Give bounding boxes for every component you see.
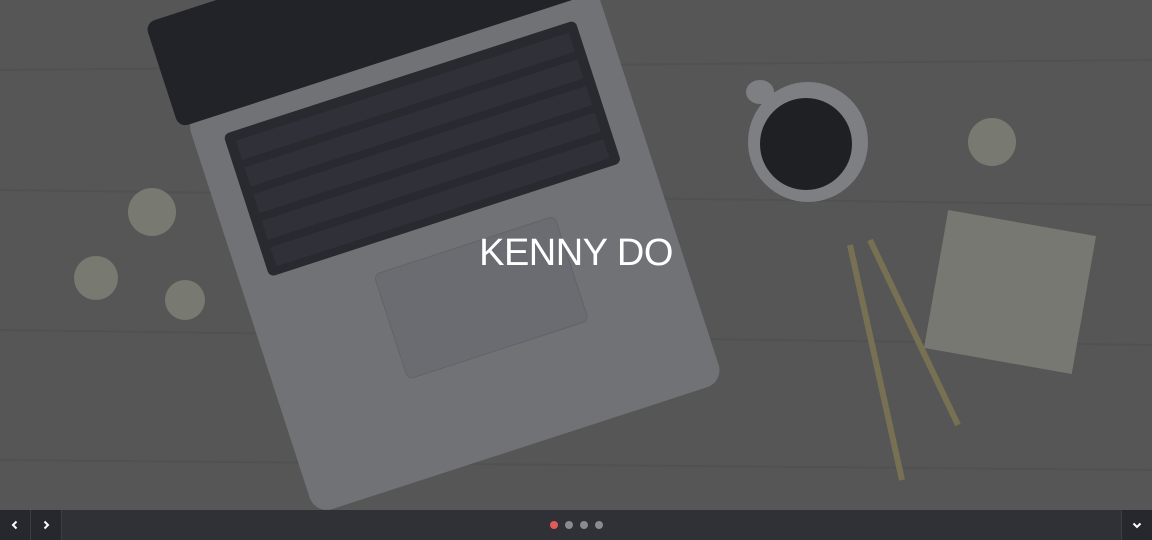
scroll-down-button[interactable] <box>1121 510 1152 540</box>
next-slide-button[interactable] <box>31 510 62 540</box>
slide-dot-2[interactable] <box>564 521 573 529</box>
slider-control-bar <box>0 510 1152 540</box>
hero-background: KENNY DO <box>0 0 1152 510</box>
chevron-right-icon <box>43 520 50 530</box>
chevron-left-icon <box>11 520 18 530</box>
slide-pagination <box>0 510 1152 540</box>
slide-dot-1[interactable] <box>549 521 558 529</box>
slide-dot-3[interactable] <box>579 521 588 529</box>
hero-title: KENNY DO <box>479 232 673 274</box>
prev-slide-button[interactable] <box>0 510 31 540</box>
slide-dot-4[interactable] <box>594 521 603 529</box>
chevron-down-icon <box>1132 522 1142 529</box>
